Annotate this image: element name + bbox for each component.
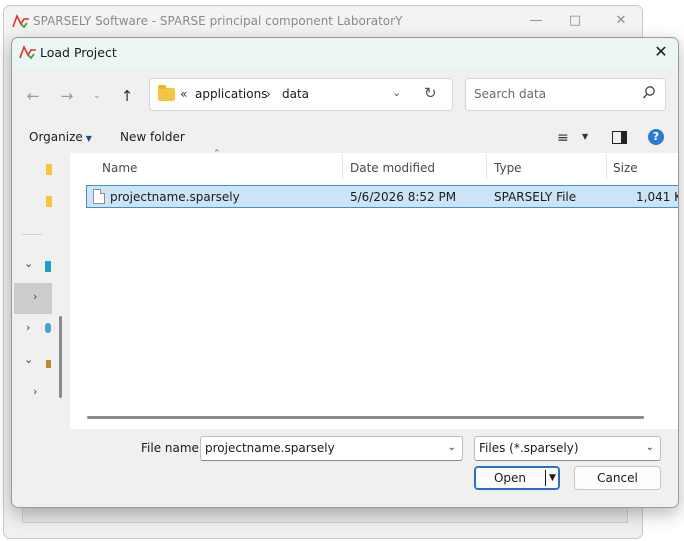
file-type-select[interactable]: Files (*.sparsely) ⌄	[474, 436, 661, 461]
chevron-right-icon[interactable]: ›	[33, 385, 37, 398]
column-divider[interactable]	[606, 155, 607, 179]
folder-icon	[158, 85, 175, 101]
drive-icon[interactable]	[45, 261, 51, 272]
sparsely-logo-icon	[19, 44, 36, 60]
file-type-value: Files (*.sparsely)	[479, 441, 579, 455]
caret-down-icon: ▼	[85, 134, 92, 143]
nav-separator	[22, 234, 42, 235]
help-icon[interactable]: ?	[648, 129, 664, 145]
network-icon[interactable]	[45, 323, 51, 333]
column-header-name[interactable]: Name	[102, 161, 137, 175]
search-icon	[642, 86, 655, 99]
file-name-field[interactable]: projectname.sparsely ⌄	[200, 436, 463, 461]
file-icon	[93, 189, 105, 204]
folder-icon[interactable]	[46, 360, 51, 368]
file-type-cell: SPARSELY File	[494, 190, 577, 204]
folder-icon[interactable]	[46, 164, 52, 175]
file-size-cell: 1,041 KB	[636, 190, 678, 204]
caret-down-icon[interactable]: ▼	[549, 467, 556, 489]
chevron-down-icon[interactable]: ⌄	[448, 442, 456, 453]
chevron-right-icon[interactable]: ›	[26, 321, 30, 334]
list-view-icon[interactable]: ≡	[557, 130, 569, 146]
open-label: Open	[493, 471, 527, 485]
breadcrumb-overflow[interactable]: «	[180, 87, 187, 101]
file-name-cell: projectname.sparsely	[110, 190, 240, 204]
column-header-type[interactable]: Type	[494, 161, 522, 175]
chevron-down-icon[interactable]: ⌄	[392, 86, 401, 99]
chevron-down-icon[interactable]: ⌄	[24, 353, 33, 366]
breadcrumb-separator: ›	[266, 87, 271, 101]
arrow-right-icon[interactable]: →	[56, 85, 78, 107]
chevron-down-icon[interactable]: ⌄	[86, 85, 108, 107]
caret-down-icon[interactable]: ▼	[582, 132, 588, 141]
background-window-title: SPARSELY Software - SPARSE principal com…	[33, 14, 403, 28]
organize-button[interactable]: Organize ▼	[29, 130, 92, 144]
horizontal-scrollbar[interactable]	[87, 416, 644, 419]
file-name-value[interactable]: projectname.sparsely	[205, 441, 335, 455]
breadcrumb-applications[interactable]: applications	[195, 87, 267, 101]
preview-pane-icon[interactable]	[612, 131, 627, 144]
dialog-titlebar: Load Project ✕	[12, 38, 678, 68]
new-folder-button[interactable]: New folder	[120, 130, 185, 144]
file-row[interactable]: projectname.sparsely 5/6/2026 8:52 PM SP…	[86, 185, 678, 208]
dialog-title: Load Project	[40, 45, 117, 60]
chevron-down-icon[interactable]: ⌄	[24, 257, 33, 270]
sparsely-logo-icon	[12, 13, 29, 29]
close-icon[interactable]: ✕	[644, 38, 678, 66]
load-project-dialog: Load Project ✕ ← → ⌄ ↑ « applications › …	[11, 37, 679, 508]
column-header-size[interactable]: Size	[613, 161, 638, 175]
column-header-date-modified[interactable]: Date modified	[350, 161, 435, 175]
nav-scrollbar[interactable]	[59, 316, 62, 398]
organize-label: Organize	[29, 130, 83, 144]
chevron-down-icon: ⌄	[645, 442, 654, 453]
refresh-icon[interactable]: ↻	[424, 84, 437, 102]
sort-caret-icon: ⌃	[213, 149, 221, 159]
search-input[interactable]: Search data	[474, 87, 546, 101]
navigation-pane: ⌄ › › ⌄ ›	[12, 153, 69, 429]
background-titlebar: SPARSELY Software - SPARSE principal com…	[4, 6, 642, 36]
folder-icon[interactable]	[46, 196, 52, 207]
column-divider[interactable]	[342, 155, 343, 179]
file-name-label: File name:	[141, 441, 203, 455]
breadcrumb-data[interactable]: data	[282, 87, 309, 101]
arrow-left-icon[interactable]: ←	[22, 85, 44, 107]
minimize-icon[interactable]: —	[516, 10, 556, 32]
file-list: ⌃ Name Date modified Type Size projectna…	[70, 149, 678, 429]
file-date-cell: 5/6/2026 8:52 PM	[350, 190, 457, 204]
column-divider[interactable]	[486, 155, 487, 179]
search-box[interactable]: Search data	[465, 78, 666, 111]
close-icon[interactable]: ✕	[601, 10, 641, 32]
address-bar[interactable]: « applications › data ⌄ ↻	[149, 78, 453, 111]
arrow-up-icon[interactable]: ↑	[116, 85, 138, 107]
open-button[interactable]: Open ▼	[474, 466, 560, 490]
maximize-icon[interactable]: □	[555, 10, 595, 32]
chevron-right-icon[interactable]: ›	[33, 290, 37, 303]
split-divider	[545, 470, 546, 486]
cancel-button[interactable]: Cancel	[574, 466, 661, 490]
